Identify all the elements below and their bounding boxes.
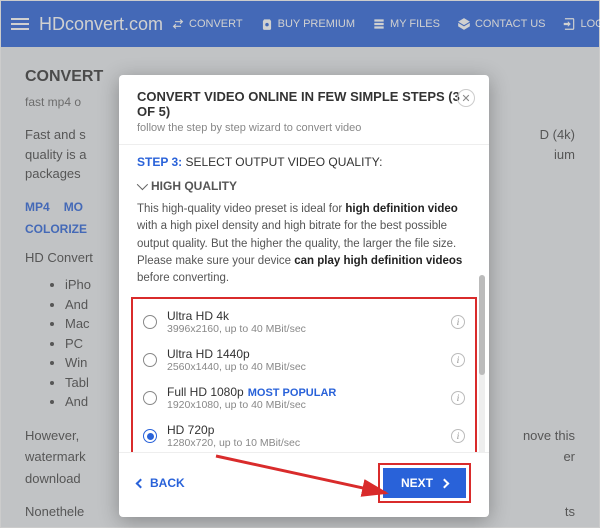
option-title: Ultra HD 1440p	[167, 347, 441, 361]
scrollbar-thumb[interactable]	[479, 275, 485, 375]
close-icon[interactable]: ✕	[457, 89, 475, 107]
section-high-label: HIGH QUALITY	[151, 179, 237, 193]
option-title: HD 720p	[167, 423, 441, 437]
option-sub: 1920x1080, up to 40 MBit/sec	[167, 399, 441, 411]
chevron-right-icon	[440, 478, 450, 488]
section-high-quality[interactable]: HIGH QUALITY	[137, 179, 471, 193]
option-sub: 1280x720, up to 10 MBit/sec	[167, 437, 441, 449]
modal-title: CONVERT VIDEO ONLINE IN FEW SIMPLE STEPS…	[137, 89, 471, 119]
next-button[interactable]: NEXT	[383, 468, 466, 498]
chevron-down-icon	[137, 179, 148, 190]
next-button-highlight: NEXT	[378, 463, 471, 503]
option-sub: 2560x1440, up to 40 MBit/sec	[167, 361, 441, 373]
radio-selected-icon	[143, 429, 157, 443]
back-button[interactable]: BACK	[137, 476, 185, 490]
option-title: Full HD 1080pMOST POPULAR	[167, 385, 441, 399]
high-quality-desc: This high-quality video preset is ideal …	[137, 201, 471, 287]
wizard-modal: CONVERT VIDEO ONLINE IN FEW SIMPLE STEPS…	[119, 75, 489, 517]
quality-options-highlight: Ultra HD 4k 3996x2160, up to 40 MBit/sec…	[131, 297, 477, 452]
option-full-hd-1080p[interactable]: Full HD 1080pMOST POPULAR 1920x1080, up …	[133, 379, 475, 417]
radio-icon	[143, 353, 157, 367]
info-icon[interactable]: i	[451, 429, 465, 443]
radio-icon	[143, 315, 157, 329]
modal-footer: BACK NEXT	[119, 452, 489, 517]
radio-icon	[143, 391, 157, 405]
chevron-left-icon	[136, 478, 146, 488]
info-icon[interactable]: i	[451, 315, 465, 329]
option-title: Ultra HD 4k	[167, 309, 441, 323]
step-label: STEP 3: SELECT OUTPUT VIDEO QUALITY:	[137, 155, 471, 169]
option-ultra-hd-4k[interactable]: Ultra HD 4k 3996x2160, up to 40 MBit/sec…	[133, 303, 475, 341]
back-label: BACK	[150, 476, 185, 490]
option-ultra-hd-1440p[interactable]: Ultra HD 1440p 2560x1440, up to 40 MBit/…	[133, 341, 475, 379]
info-icon[interactable]: i	[451, 353, 465, 367]
modal-sub: follow the step by step wizard to conver…	[137, 122, 471, 134]
option-sub: 3996x2160, up to 40 MBit/sec	[167, 323, 441, 335]
most-popular-badge: MOST POPULAR	[248, 387, 337, 399]
modal-header: CONVERT VIDEO ONLINE IN FEW SIMPLE STEPS…	[119, 75, 489, 145]
modal-body: STEP 3: SELECT OUTPUT VIDEO QUALITY: HIG…	[119, 145, 489, 452]
step-text: SELECT OUTPUT VIDEO QUALITY:	[182, 155, 382, 169]
next-label: NEXT	[401, 476, 433, 490]
info-icon[interactable]: i	[451, 391, 465, 405]
option-hd-720p[interactable]: HD 720p 1280x720, up to 10 MBit/sec i	[133, 417, 475, 452]
step-prefix: STEP 3:	[137, 155, 182, 169]
